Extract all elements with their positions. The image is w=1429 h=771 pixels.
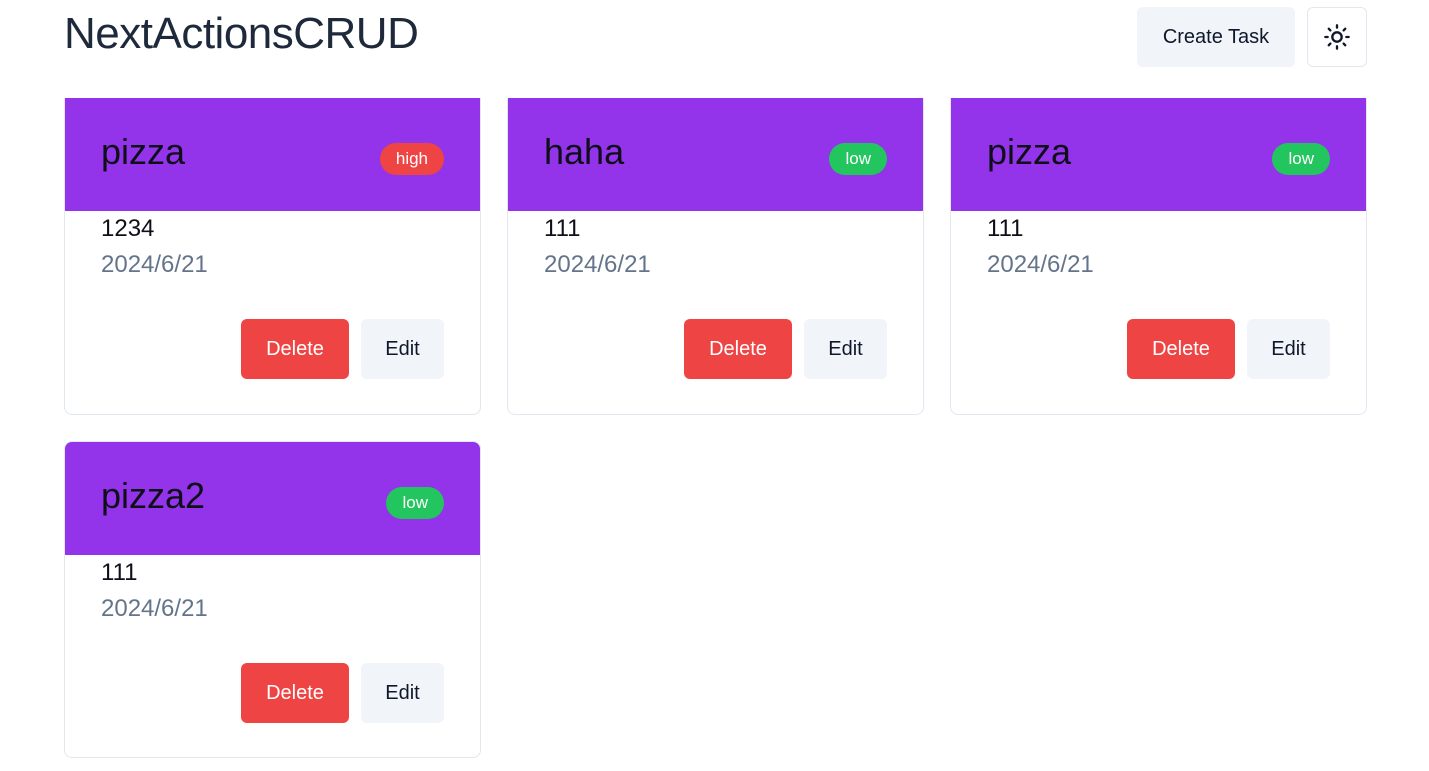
priority-badge: low <box>386 487 444 519</box>
task-description: 1234 <box>101 215 155 242</box>
task-date: 2024/6/21 <box>101 595 208 622</box>
priority-badge: high <box>379 143 444 175</box>
delete-button[interactable]: Delete <box>241 663 349 723</box>
task-actions: Delete Edit <box>241 319 444 379</box>
task-date: 2024/6/21 <box>987 251 1094 278</box>
app-root: NextActionsCRUD Create Task pizza high 1… <box>0 0 1429 771</box>
page-header: NextActionsCRUD Create Task <box>64 0 1367 70</box>
priority-badge: low <box>1272 143 1330 175</box>
edit-button[interactable]: Edit <box>1247 319 1330 379</box>
task-card: haha low 111 2024/6/21 Delete Edit <box>507 98 924 415</box>
app-title: NextActionsCRUD <box>64 9 419 58</box>
task-title: pizza <box>101 131 186 172</box>
task-title: pizza <box>987 131 1072 172</box>
task-card: pizza2 low 111 2024/6/21 Delete Edit <box>64 441 481 758</box>
delete-button[interactable]: Delete <box>241 319 349 379</box>
task-actions: Delete Edit <box>684 319 887 379</box>
task-title: haha <box>544 131 625 172</box>
task-description: 111 <box>987 215 1024 242</box>
task-date: 2024/6/21 <box>101 251 208 278</box>
edit-button[interactable]: Edit <box>361 319 444 379</box>
edit-button[interactable]: Edit <box>361 663 444 723</box>
priority-badge: low <box>829 143 887 175</box>
edit-button[interactable]: Edit <box>804 319 887 379</box>
task-card: pizza low 111 2024/6/21 Delete Edit <box>950 98 1367 415</box>
task-card-header: pizza low <box>951 98 1366 211</box>
task-actions: Delete Edit <box>241 663 444 723</box>
delete-button[interactable]: Delete <box>684 319 792 379</box>
sun-icon <box>1324 24 1350 50</box>
task-title: pizza2 <box>101 475 206 516</box>
task-card: pizza high 1234 2024/6/21 Delete Edit <box>64 98 481 415</box>
theme-toggle-button[interactable] <box>1307 7 1367 67</box>
task-card-header: pizza high <box>65 98 480 211</box>
task-card-header: pizza2 low <box>65 442 480 555</box>
task-card-header: haha low <box>508 98 923 211</box>
task-grid: pizza high 1234 2024/6/21 Delete Edit ha… <box>64 98 1367 758</box>
task-description: 111 <box>101 559 138 586</box>
task-description: 111 <box>544 215 581 242</box>
create-task-button[interactable]: Create Task <box>1137 7 1295 67</box>
task-date: 2024/6/21 <box>544 251 651 278</box>
task-actions: Delete Edit <box>1127 319 1330 379</box>
delete-button[interactable]: Delete <box>1127 319 1235 379</box>
